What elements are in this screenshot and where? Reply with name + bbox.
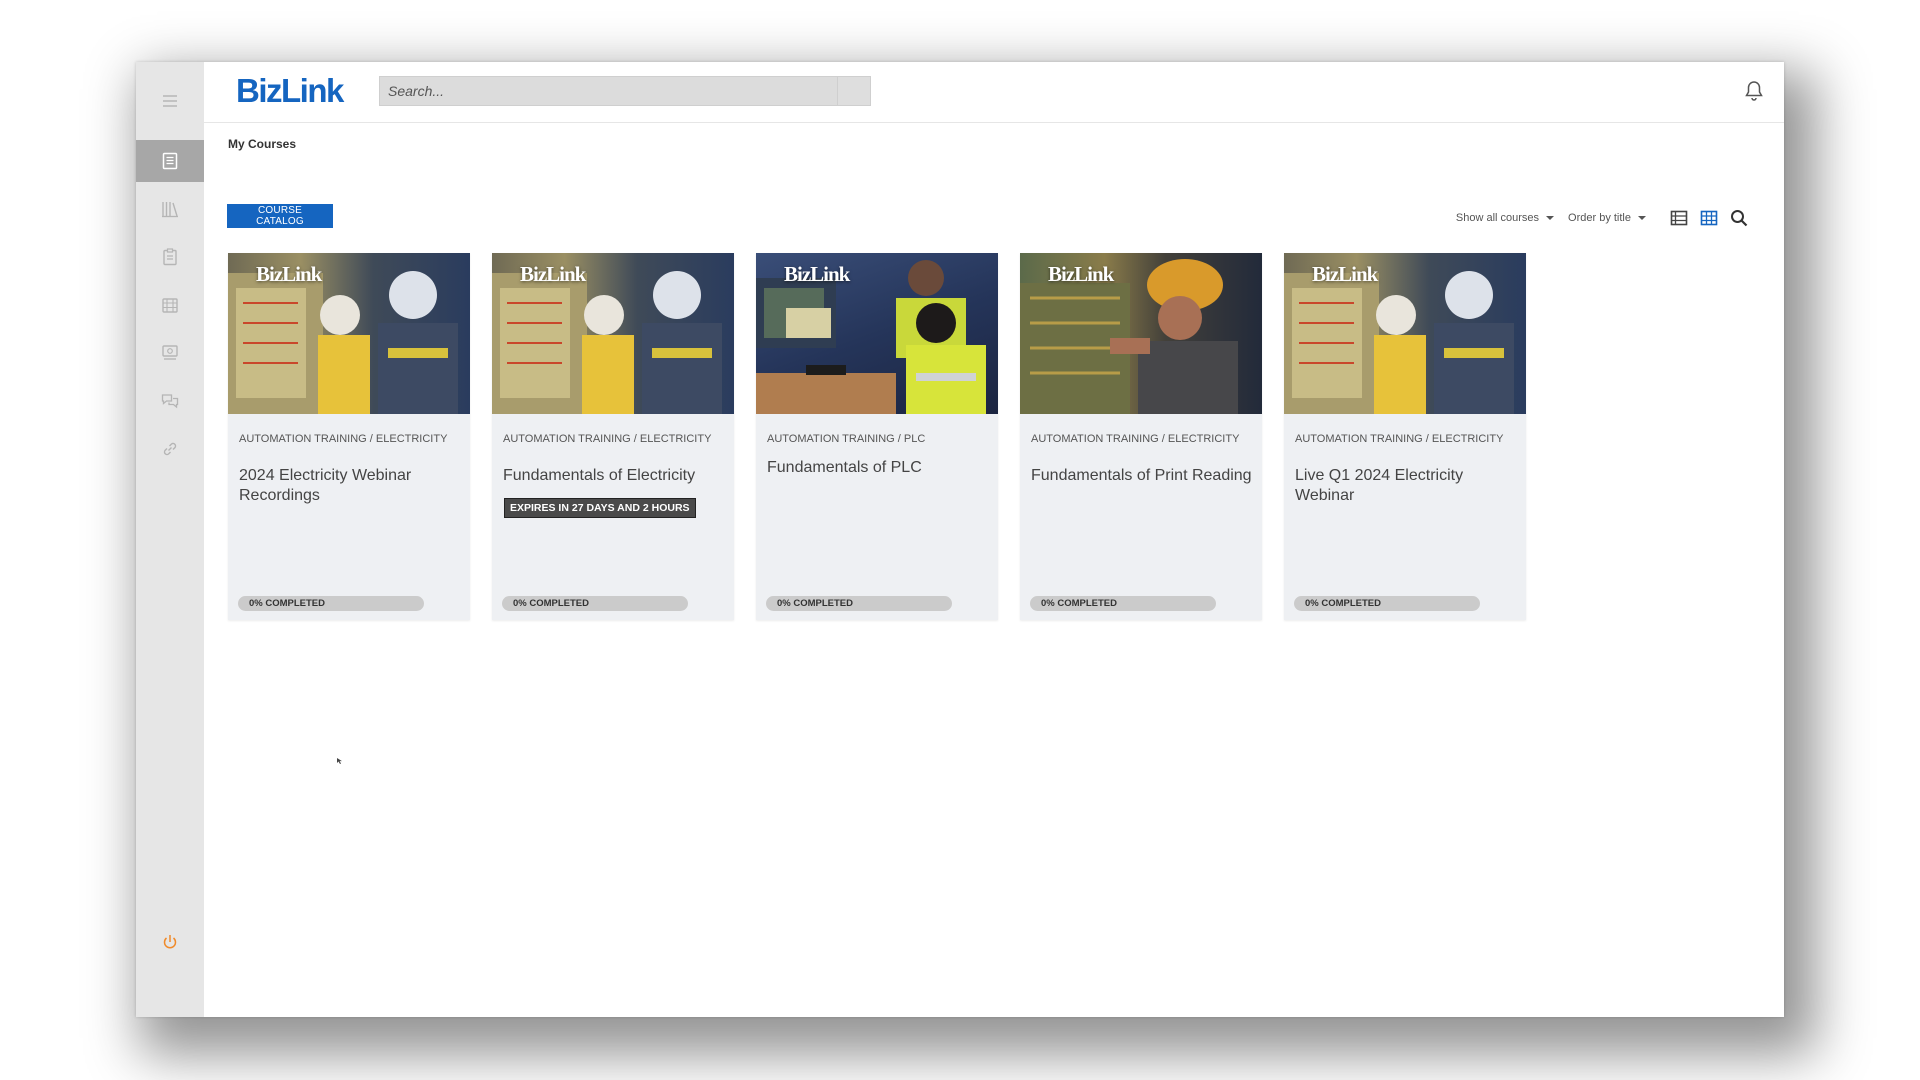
- progress-label: 0% COMPLETED: [1041, 598, 1118, 609]
- course-category: AUTOMATION TRAINING / ELECTRICITY: [1295, 433, 1504, 445]
- course-catalog-button[interactable]: COURSE CATALOG: [227, 204, 333, 228]
- sidebar-item-certificates[interactable]: [136, 332, 204, 374]
- course-grid: BizLink AUTOMATION TRAINING / ELECTRICIT…: [228, 253, 1548, 620]
- thumbnail-brand: BizLink: [784, 262, 850, 286]
- certificate-icon: [162, 345, 178, 360]
- order-label: Order by title: [1568, 212, 1631, 224]
- list-view-icon: [1670, 210, 1688, 226]
- course-title[interactable]: 2024 Electricity Webinar Recordings: [239, 466, 461, 506]
- thumbnail-brand: BizLink: [1048, 262, 1114, 286]
- course-category: AUTOMATION TRAINING / PLC: [767, 433, 926, 445]
- course-category: AUTOMATION TRAINING / ELECTRICITY: [1031, 433, 1240, 445]
- progress-bar: 0% COMPLETED: [238, 596, 424, 611]
- course-card[interactable]: BizLink AUTOMATION TRAINING / ELECTRICIT…: [1020, 253, 1262, 620]
- thumbnail-brand: BizLink: [520, 262, 586, 286]
- order-dropdown[interactable]: Order by title: [1568, 212, 1646, 224]
- progress-label: 0% COMPLETED: [249, 598, 326, 609]
- chevron-down-icon: [1638, 216, 1646, 220]
- chevron-down-icon: [1546, 216, 1555, 220]
- search-icon: [1731, 210, 1748, 227]
- expiry-badge: EXPIRES IN 27 DAYS AND 2 HOURS: [504, 498, 696, 518]
- progress-bar: 0% COMPLETED: [1030, 596, 1216, 611]
- logout-button[interactable]: [136, 921, 204, 963]
- course-title[interactable]: Fundamentals of Print Reading: [1031, 466, 1253, 486]
- search-submit-button[interactable]: [837, 77, 870, 105]
- progress-label: 0% COMPLETED: [513, 598, 590, 609]
- course-title[interactable]: Fundamentals of PLC: [767, 458, 989, 478]
- course-card[interactable]: BizLink AUTOMATION TRAINING / PLC Fundam…: [756, 253, 998, 620]
- course-filter-label: Show all courses: [1455, 212, 1540, 224]
- sidebar: [136, 62, 204, 1017]
- main-content: BizLink My Courses COURSE CATALOG Show a…: [204, 62, 1784, 1017]
- thumbnail-brand: BizLink: [1312, 262, 1378, 286]
- power-icon: [163, 935, 177, 949]
- sidebar-item-courses[interactable]: [136, 140, 204, 182]
- course-card[interactable]: BizLink AUTOMATION TRAINING / ELECTRICIT…: [228, 253, 470, 620]
- progress-label: 0% COMPLETED: [777, 598, 854, 609]
- calendar-icon: [162, 298, 178, 313]
- course-card[interactable]: BizLink AUTOMATION TRAINING / ELECTRICIT…: [1284, 253, 1526, 620]
- link-icon: [163, 442, 177, 456]
- sidebar-item-library[interactable]: [136, 188, 204, 230]
- search-input[interactable]: [380, 77, 839, 105]
- sidebar-item-links[interactable]: [136, 428, 204, 470]
- course-title[interactable]: Fundamentals of Electricity: [503, 466, 725, 486]
- clipboard-icon: [163, 248, 177, 266]
- chat-icon: [161, 394, 179, 409]
- progress-bar: 0% COMPLETED: [1294, 596, 1480, 611]
- progress-bar: 0% COMPLETED: [502, 596, 688, 611]
- view-toolbar: Show all courses Order by title: [1456, 206, 1750, 230]
- page-title: My Courses: [228, 137, 297, 151]
- menu-button[interactable]: [136, 80, 204, 122]
- course-card[interactable]: BizLink AUTOMATION TRAINING / ELECTRICIT…: [492, 253, 734, 620]
- grid-view-icon: [1700, 210, 1718, 226]
- course-thumbnail: BizLink: [228, 253, 470, 414]
- progress-label: 0% COMPLETED: [1305, 598, 1382, 609]
- library-icon: [162, 202, 178, 218]
- brand-logo[interactable]: BizLink: [236, 72, 344, 110]
- sidebar-item-assignments[interactable]: [136, 236, 204, 278]
- course-book-icon: [162, 152, 178, 170]
- bell-icon[interactable]: [1742, 79, 1766, 103]
- course-thumbnail: BizLink: [756, 253, 998, 414]
- sidebar-item-messages[interactable]: [136, 380, 204, 422]
- course-category: AUTOMATION TRAINING / ELECTRICITY: [239, 433, 448, 445]
- course-title[interactable]: Live Q1 2024 Electricity Webinar: [1295, 466, 1517, 506]
- app-window: BizLink My Courses COURSE CATALOG Show a…: [136, 62, 1784, 1017]
- mouse-pointer-icon: [337, 758, 342, 764]
- course-category: AUTOMATION TRAINING / ELECTRICITY: [503, 433, 712, 445]
- course-thumbnail: BizLink: [1284, 253, 1526, 414]
- header: BizLink: [204, 62, 1784, 123]
- search-courses-button[interactable]: [1728, 207, 1750, 229]
- thumbnail-brand: BizLink: [256, 262, 322, 286]
- course-filter-dropdown[interactable]: Show all courses: [1455, 212, 1555, 224]
- course-thumbnail: BizLink: [1020, 253, 1262, 414]
- course-thumbnail: BizLink: [492, 253, 734, 414]
- sidebar-item-calendar[interactable]: [136, 284, 204, 326]
- list-view-button[interactable]: [1668, 207, 1690, 229]
- search-bar: [379, 76, 871, 106]
- menu-icon: [163, 95, 177, 107]
- grid-view-button[interactable]: [1698, 207, 1720, 229]
- progress-bar: 0% COMPLETED: [766, 596, 952, 611]
